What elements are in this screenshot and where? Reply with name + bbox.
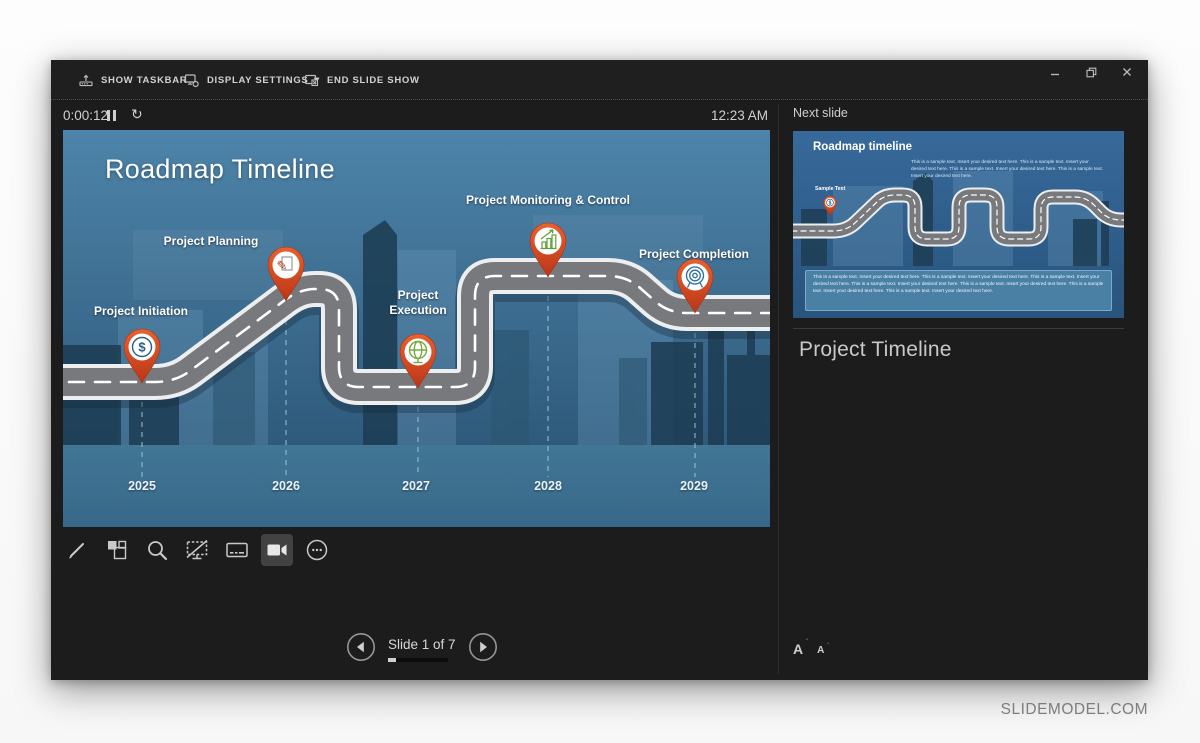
decrease-font-button[interactable]: A˙: [817, 646, 824, 656]
presenter-topbar: SHOW TASKBAR DISPLAY SETTINGS ▼ END SLID…: [51, 60, 1148, 100]
current-time: 12:23 AM: [668, 108, 768, 123]
display-settings-icon: [184, 73, 199, 88]
next-slide-header: Next slide: [793, 106, 848, 120]
camera-icon: [264, 537, 290, 563]
milestone-year: 2026: [272, 479, 300, 493]
watermark: SLIDEMODEL.COM: [1001, 701, 1148, 719]
elapsed-timer: 0:00:12: [63, 108, 108, 123]
end-slide-show-label: END SLIDE SHOW: [327, 75, 420, 86]
slide-counter: Slide 1 of 7: [388, 637, 456, 652]
milestone-year: 2028: [534, 479, 562, 493]
milestone-label: Project Execution: [378, 288, 458, 318]
all-slides-icon: [104, 537, 130, 563]
minimize-icon: [1050, 67, 1060, 77]
notes-font-controls: A˙ A˙: [793, 642, 824, 656]
camera-button[interactable]: [261, 534, 293, 566]
panel-divider-vertical: [778, 104, 779, 674]
previous-slide-button[interactable]: [346, 632, 376, 662]
svg-text:$: $: [138, 340, 146, 355]
milestone-pin-completion: [673, 256, 717, 314]
close-button[interactable]: [1114, 63, 1140, 81]
end-slide-show-icon: [304, 73, 319, 88]
speaker-notes[interactable]: Project Timeline: [799, 338, 952, 362]
milestone-label: Project Planning: [146, 234, 276, 249]
display-settings-button[interactable]: DISPLAY SETTINGS ▼: [184, 60, 322, 100]
milestone-label: Project Monitoring & Control: [464, 193, 632, 208]
svg-text:✎: ✎: [277, 258, 288, 273]
pen-icon: [64, 537, 90, 563]
subtitles-icon: [224, 537, 250, 563]
milestone-year: 2027: [402, 479, 430, 493]
milestone-label: Project Initiation: [76, 304, 206, 319]
milestone-year: 2029: [680, 479, 708, 493]
show-taskbar-button[interactable]: SHOW TASKBAR: [79, 60, 187, 100]
end-slide-show-button[interactable]: END SLIDE SHOW: [304, 60, 420, 100]
increase-caret: ˙: [806, 639, 808, 646]
next-slide-button[interactable]: [468, 632, 498, 662]
slide-counter-block: Slide 1 of 7: [388, 632, 456, 662]
thumbnail-marker-label: Sample Text: [815, 186, 845, 192]
thumbnail-footer-text: This is a sample text. Insert your desir…: [805, 270, 1112, 311]
milestone-pin-monitoring: [526, 220, 570, 278]
presenter-view-page: SHOW TASKBAR DISPLAY SETTINGS ▼ END SLID…: [0, 0, 1200, 743]
minimize-button[interactable]: [1042, 63, 1068, 81]
pause-icon: [107, 110, 110, 121]
ellipsis-icon: [304, 537, 330, 563]
slide-navigation: Slide 1 of 7: [346, 632, 498, 662]
roadmap-graphic: [63, 130, 770, 527]
see-all-slides-button[interactable]: [101, 534, 133, 566]
arrow-right-icon: [468, 632, 498, 662]
restore-icon: [1086, 67, 1097, 78]
notes-divider: [793, 328, 1124, 329]
arrow-left-icon: [346, 632, 376, 662]
slide-tools: [61, 534, 333, 566]
slide-progress-bar: [388, 658, 448, 662]
milestone-year: 2025: [128, 479, 156, 493]
milestone-pin-execution: [396, 331, 440, 389]
svg-text:$: $: [829, 200, 832, 206]
pen-tool-button[interactable]: [61, 534, 93, 566]
black-screen-button[interactable]: [181, 534, 213, 566]
decrease-caret: ˙: [827, 643, 829, 650]
zoom-tool-button[interactable]: [141, 534, 173, 566]
milestone-pin-planning: ✎: [264, 244, 308, 302]
show-taskbar-label: SHOW TASKBAR: [101, 75, 187, 86]
presenter-window: SHOW TASKBAR DISPLAY SETTINGS ▼ END SLID…: [51, 60, 1148, 680]
slide-progress-fill: [388, 658, 396, 662]
next-slide-thumbnail[interactable]: Roadmap timeline This is a sample text. …: [793, 131, 1124, 318]
milestone-pin-initiation: $: [120, 326, 164, 384]
slide-title: Roadmap Timeline: [105, 154, 335, 185]
restart-timer-button[interactable]: ↻: [131, 106, 143, 123]
more-options-button[interactable]: [301, 534, 333, 566]
black-screen-icon: [184, 537, 210, 563]
thumbnail-title: Roadmap timeline: [813, 141, 912, 153]
thumbnail-pin: $: [822, 195, 838, 216]
pause-timer-button[interactable]: [107, 110, 116, 121]
thumbnail-body-text: This is a sample text. Insert your desir…: [911, 160, 1105, 181]
window-controls: [1042, 63, 1140, 81]
increase-font-button[interactable]: A˙: [793, 642, 803, 656]
taskbar-icon: [79, 73, 93, 87]
close-icon: [1122, 67, 1132, 77]
magnifier-icon: [144, 537, 170, 563]
restore-button[interactable]: [1078, 63, 1104, 81]
subtitles-button[interactable]: [221, 534, 253, 566]
current-slide[interactable]: Roadmap Timeline Project Initiation Proj…: [63, 130, 770, 527]
